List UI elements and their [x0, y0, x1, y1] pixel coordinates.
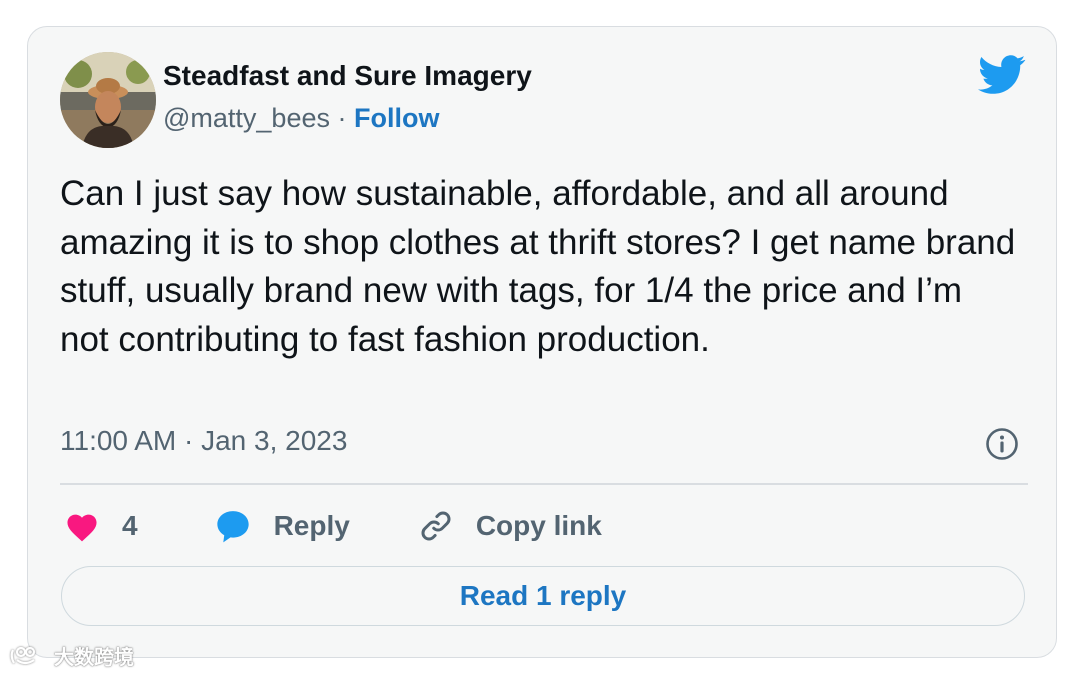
watermark-text: 大数跨境 [54, 647, 134, 669]
reply-label: Reply [273, 510, 350, 541]
divider [60, 483, 1028, 485]
like-count: 4 [122, 510, 138, 541]
author-handle-row: @matty_bees · Follow [163, 103, 439, 134]
author-display-name[interactable]: Steadfast and Sure Imagery [163, 60, 532, 92]
avatar[interactable] [60, 52, 156, 148]
copy-link-button[interactable]: Copy link [396, 508, 602, 544]
watermark: 大数跨境 [8, 641, 134, 670]
author-handle[interactable]: @matty_bees [163, 103, 330, 133]
link-icon [418, 508, 454, 544]
read-replies-button[interactable]: Read 1 reply [61, 566, 1025, 626]
like-button[interactable]: 4 [64, 510, 138, 542]
speech-bubble-icon [214, 508, 252, 544]
tweet-actions: 4 Reply Copy link [64, 505, 602, 547]
tweet-timestamp[interactable]: 11:00 AM · Jan 3, 2023 [60, 425, 347, 457]
heart-icon [64, 510, 100, 542]
handle-separator: · [329, 103, 354, 133]
twitter-bird-icon[interactable] [978, 55, 1026, 95]
tweet-card: Steadfast and Sure Imagery @matty_bees ·… [27, 26, 1057, 658]
info-icon[interactable] [985, 427, 1019, 461]
watermark-logo-icon [10, 646, 36, 664]
tweet-text: Can I just say how sustainable, affordab… [60, 174, 1016, 359]
follow-link[interactable]: Follow [354, 103, 439, 133]
reply-button[interactable]: Reply [192, 508, 350, 544]
copy-link-label: Copy link [475, 510, 602, 541]
